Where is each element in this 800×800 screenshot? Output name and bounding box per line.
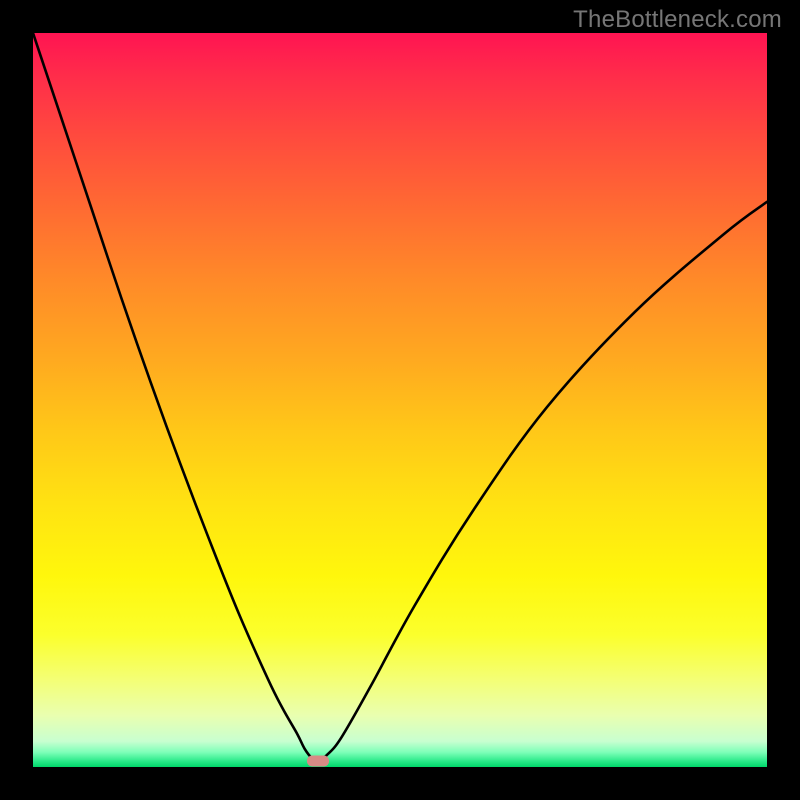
plot-area: [33, 33, 767, 767]
watermark-text: TheBottleneck.com: [573, 6, 782, 34]
chart-frame: TheBottleneck.com: [0, 0, 800, 800]
minimum-marker: [307, 756, 329, 767]
bottleneck-curve: [33, 33, 767, 767]
